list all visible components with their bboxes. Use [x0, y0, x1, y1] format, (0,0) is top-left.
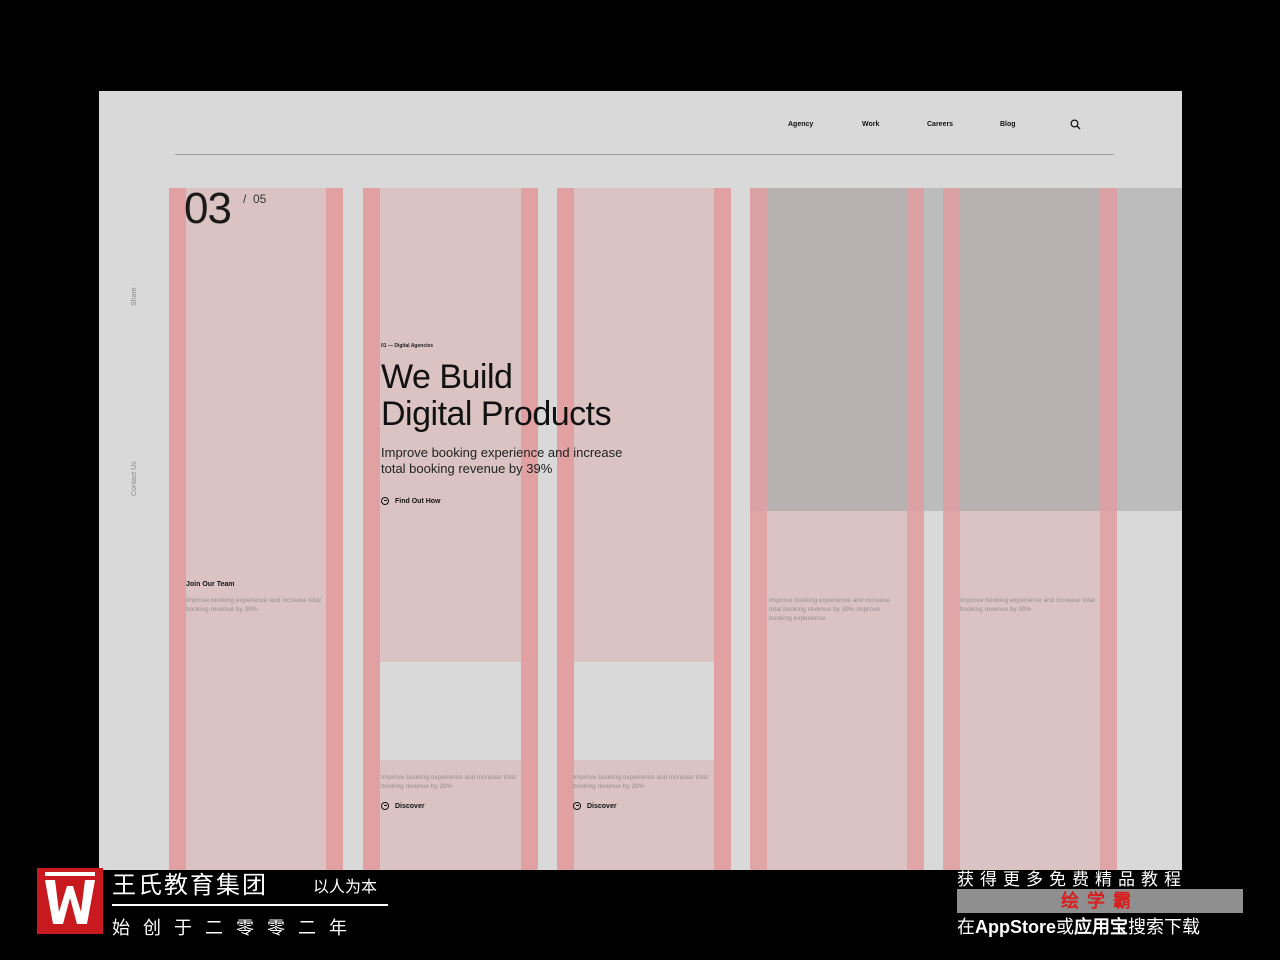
promo-headline: 获得更多免费精品教程	[957, 870, 1187, 889]
join-team-title[interactable]: Join Our Team	[186, 581, 235, 588]
arrow-circle-icon	[381, 802, 389, 810]
image-placeholder	[943, 188, 1117, 511]
company-slogan: 以人为本	[313, 879, 378, 896]
card-text-1: Improve booking experience and increase …	[381, 774, 516, 790]
hero-eyebrow: 01 — Digital Agencies	[381, 343, 434, 349]
promo-app-badge: 绘学霸	[957, 889, 1243, 913]
logo-w-icon	[45, 872, 95, 924]
grid-gutter	[907, 188, 924, 870]
card-text-2: Improve booking experience and increase …	[573, 774, 708, 790]
nav-careers[interactable]: Careers	[927, 121, 953, 128]
header-divider	[175, 154, 1114, 155]
discover-button-1[interactable]: Discover	[381, 802, 425, 810]
grid-gutter	[363, 188, 380, 870]
promo-store: 应用宝	[1074, 917, 1128, 937]
grid-gutter	[557, 188, 574, 870]
promo-post: 搜索下载	[1128, 917, 1200, 937]
join-team-text: Improve booking experience and increase …	[186, 597, 321, 613]
discover-label: Discover	[395, 802, 425, 810]
grid-gutter	[714, 188, 731, 870]
share-link[interactable]: Share	[131, 287, 138, 306]
image-placeholder	[750, 188, 924, 511]
card-image-1	[380, 662, 521, 760]
company-since: 始创于二零零二年	[112, 918, 360, 938]
design-canvas: Agency Work Careers Blog Share Contact U…	[99, 91, 1182, 870]
discover-button-2[interactable]: Discover	[573, 802, 617, 810]
grid-gutter	[943, 188, 960, 870]
promo-pre: 在	[957, 917, 975, 937]
card-image-2	[574, 662, 714, 760]
grid-gutter	[326, 188, 343, 870]
feature-text-2: Improve booking experience and increase …	[960, 597, 1095, 613]
promo-appstore: AppStore	[975, 917, 1056, 937]
slide-current: 03	[184, 184, 232, 233]
contact-link[interactable]: Contact Us	[131, 461, 138, 496]
find-out-how-button[interactable]: Find Out How	[381, 497, 441, 505]
company-name: 王氏教育集团	[112, 872, 268, 899]
find-out-how-label: Find Out How	[395, 497, 441, 505]
arrow-circle-icon	[573, 802, 581, 810]
grid-column-1	[169, 188, 343, 870]
hero-headline: We Build Digital Products	[381, 358, 612, 433]
hero-headline-line1: We Build	[381, 358, 513, 396]
brand-divider	[112, 904, 388, 906]
hero-subhead: Improve booking experience and increase …	[381, 445, 623, 476]
promo-download-text: 在AppStore或应用宝搜索下载	[957, 913, 1200, 939]
search-icon[interactable]	[1070, 119, 1081, 130]
nav-blog[interactable]: Blog	[1000, 121, 1016, 128]
slide-total: 05	[253, 192, 267, 206]
nav-agency[interactable]: Agency	[788, 121, 813, 128]
promo-or: 或	[1056, 917, 1074, 937]
discover-label: Discover	[587, 802, 617, 810]
brand-logo	[37, 868, 103, 934]
feature-text-1: Improve booking experience and increase …	[769, 597, 890, 622]
grid-gutter	[1100, 188, 1117, 870]
grid-gutter	[521, 188, 538, 870]
arrow-circle-icon	[381, 497, 389, 505]
grid-gutter	[169, 188, 186, 870]
grid-column-2	[363, 188, 538, 870]
nav-work[interactable]: Work	[862, 121, 879, 128]
hero-headline-line2: Digital Products	[381, 395, 612, 433]
grid-gutter	[750, 188, 767, 870]
slide-separator: /	[243, 192, 247, 206]
grid-column-3	[557, 188, 731, 870]
